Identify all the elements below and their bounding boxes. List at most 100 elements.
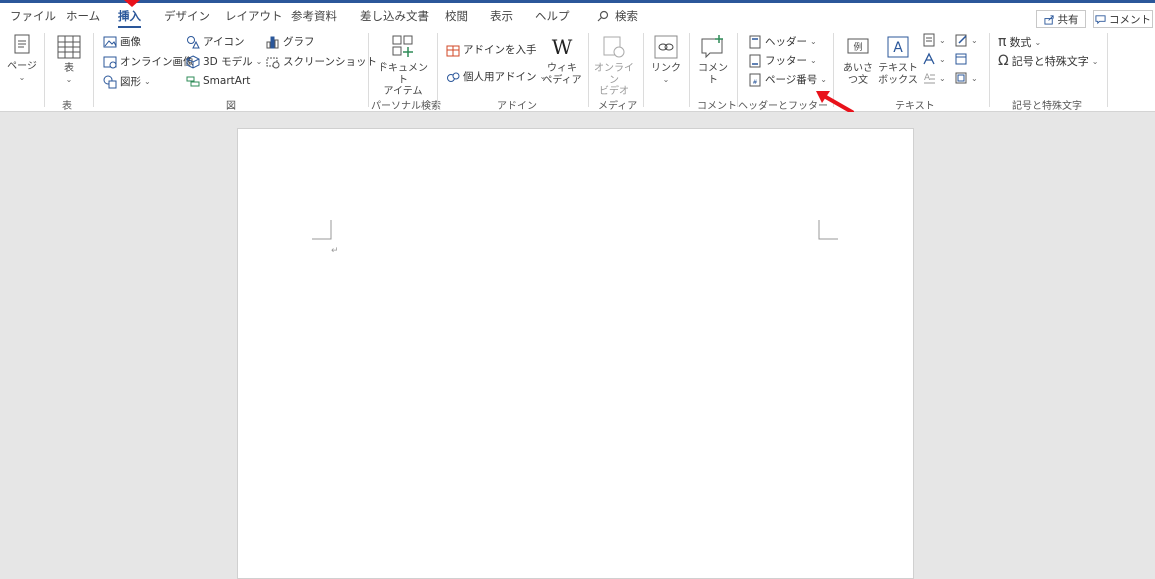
separator: [989, 33, 990, 107]
table-icon: [57, 35, 81, 59]
icons-button[interactable]: アイコン: [186, 34, 244, 49]
document-item-icon: [392, 35, 413, 57]
group-label-text: テキスト: [895, 101, 935, 112]
link-label: リンク: [651, 63, 681, 74]
tab-review[interactable]: 校閲: [445, 8, 468, 24]
document-page[interactable]: [237, 128, 914, 579]
group-label-media: メディア: [598, 101, 638, 112]
my-addins-button[interactable]: 個人用アドイン ⌄: [446, 69, 546, 84]
footer-icon: [749, 54, 761, 67]
separator: [643, 33, 644, 107]
screenshot-label: スクリーンショット: [283, 56, 377, 68]
signature-line-button[interactable]: ⌄: [954, 33, 978, 47]
tab-view[interactable]: 表示: [490, 8, 513, 24]
page-number-button[interactable]: # ページ番号 ⌄: [748, 72, 827, 87]
object-button[interactable]: ⌄: [954, 71, 978, 85]
shapes-button[interactable]: 図形 ⌄: [103, 74, 151, 89]
picture-button[interactable]: 画像: [103, 34, 141, 49]
store-icon: [446, 45, 460, 56]
chart-label: グラフ: [283, 36, 315, 48]
symbol-button[interactable]: Ω 記号と特殊文字 ⌄: [998, 53, 1098, 69]
shapes-label: 図形: [120, 76, 141, 88]
new-comment-icon: [701, 35, 723, 59]
screenshot-icon: [266, 57, 280, 68]
svg-text:A: A: [924, 73, 931, 83]
group-label-comments: コメント: [697, 101, 737, 112]
link-icon: [654, 35, 678, 59]
wordart-caret: ⌄: [939, 54, 946, 64]
textbox-button[interactable]: A テキスト ボックス: [876, 34, 920, 86]
pages-button[interactable]: ページ ⌄: [5, 34, 39, 82]
tab-references[interactable]: 参考資料: [291, 8, 337, 24]
separator: [44, 33, 45, 107]
pages-label: ページ: [7, 61, 37, 72]
pi-icon: π: [998, 34, 1007, 50]
quick-parts-icon: [923, 33, 935, 47]
tab-file[interactable]: ファイル: [10, 8, 56, 24]
drop-cap-button[interactable]: A ⌄: [922, 71, 946, 85]
tab-layout[interactable]: レイアウト: [225, 8, 283, 24]
share-button[interactable]: 共有: [1036, 10, 1086, 28]
online-picture-button[interactable]: オンライン画像: [103, 54, 194, 69]
my-addins-icon: [447, 72, 460, 82]
tab-help[interactable]: ヘルプ: [535, 8, 570, 24]
table-label: 表: [64, 63, 74, 74]
3d-models-caret: ⌄: [255, 57, 263, 66]
tab-design[interactable]: デザイン: [164, 8, 210, 24]
online-video-icon: [603, 36, 625, 58]
separator: [1107, 33, 1108, 107]
wikipedia-button[interactable]: W ウィキ ペディア: [542, 34, 582, 86]
link-button[interactable]: リンク ⌄: [648, 34, 684, 84]
quick-parts-button[interactable]: ⌄: [922, 33, 946, 47]
tab-insert[interactable]: 挿入: [118, 8, 141, 28]
greeting-button[interactable]: 例 あいさ つ文: [838, 34, 878, 86]
picture-icon: [103, 36, 117, 47]
new-comment-label: コメント: [698, 63, 728, 86]
separator: [437, 33, 438, 107]
date-time-button[interactable]: [954, 52, 968, 66]
online-video-button[interactable]: オンライン ビデオ: [592, 34, 636, 98]
search-box[interactable]: 検索: [597, 8, 638, 24]
chart-icon: [266, 36, 279, 48]
share-label: 共有: [1057, 13, 1079, 26]
online-video-line1: オンライン: [594, 63, 634, 86]
group-label-personal-search: パーソナル検索: [371, 101, 441, 112]
tab-home[interactable]: ホーム: [66, 8, 100, 24]
wordart-icon: [923, 52, 935, 65]
omega-icon: Ω: [998, 53, 1009, 69]
header-label: ヘッダー: [765, 36, 807, 48]
header-button[interactable]: ヘッダー ⌄: [748, 34, 817, 49]
footer-label: フッター: [765, 55, 807, 67]
equation-button[interactable]: π 数式 ⌄: [998, 34, 1041, 50]
drop-cap-icon: A: [924, 73, 935, 84]
icons-label: アイコン: [203, 36, 245, 48]
tab-mailings[interactable]: 差し込み文書: [360, 8, 429, 24]
online-picture-icon: [103, 56, 117, 68]
wikipedia-line1: ウィキ: [547, 63, 577, 74]
symbol-caret: ⌄: [1091, 56, 1099, 66]
table-button[interactable]: 表 ⌄: [52, 34, 86, 84]
greeting-line2: つ文: [848, 74, 868, 86]
page-icon: [14, 34, 30, 54]
signature-line-caret: ⌄: [971, 35, 978, 45]
header-icon: [749, 35, 761, 48]
link-caret: ⌄: [662, 74, 670, 84]
smartart-button[interactable]: SmartArt: [186, 74, 250, 88]
document-item-button[interactable]: ドキュメント アイテム: [374, 34, 432, 98]
chart-button[interactable]: グラフ: [266, 34, 315, 49]
cube-icon: [186, 54, 200, 69]
new-comment-button[interactable]: コメント: [694, 34, 732, 86]
footer-button[interactable]: フッター ⌄: [748, 53, 817, 68]
separator: [588, 33, 589, 107]
object-caret: ⌄: [971, 73, 978, 83]
get-addins-button[interactable]: アドインを入手: [446, 42, 537, 57]
smartart-icon: [186, 76, 200, 87]
get-addins-label: アドインを入手: [463, 44, 537, 56]
wordart-button[interactable]: ⌄: [922, 52, 946, 66]
symbol-label: 記号と特殊文字: [1011, 55, 1089, 68]
comments-button[interactable]: コメント: [1093, 10, 1153, 28]
svg-text:W: W: [552, 35, 573, 59]
3d-models-button[interactable]: 3D モデル ⌄: [186, 54, 262, 69]
online-video-line2: ビデオ: [599, 86, 629, 97]
shapes-icon: [103, 75, 117, 88]
